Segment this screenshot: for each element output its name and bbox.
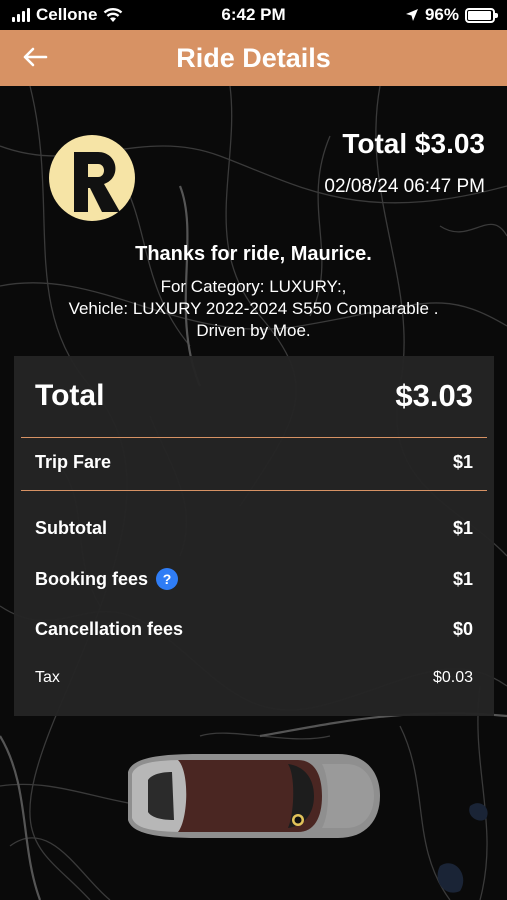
cancellation-fees-row: Cancellation fees $0 (35, 619, 473, 640)
booking-fees-row: Booking fees ? $1 (35, 568, 473, 590)
subtotal-row: Subtotal $1 (35, 518, 473, 539)
help-icon[interactable]: ? (156, 568, 179, 590)
battery-fill (468, 10, 492, 20)
subtotal-label: Subtotal (35, 518, 107, 538)
subtotal-value: $1 (452, 518, 473, 538)
carrier-name: Cellone (36, 5, 98, 24)
location-arrow-icon (405, 9, 418, 21)
cancellation-fees-label: Cancellation fees (35, 619, 184, 639)
thanks-message: Thanks for ride, Maurice. (135, 243, 372, 265)
driver-line: Driven by Moe. (196, 321, 311, 340)
status-left: Cellone (12, 5, 192, 25)
booking-fees-value: $1 (452, 568, 473, 589)
trip-fare-value: $1 (452, 452, 473, 472)
divider (21, 437, 487, 438)
arrow-left-icon[interactable] (20, 42, 50, 72)
cellular-signal-icon (12, 8, 30, 22)
trip-fare-label: Trip Fare (35, 452, 112, 472)
tax-value: $0.03 (432, 669, 473, 686)
cancellation-fees-value: $0 (452, 619, 473, 639)
header-bar: Ride Details (0, 30, 507, 86)
status-time: 6:42 PM (221, 5, 286, 24)
trip-fare-row: Trip Fare $1 (35, 452, 473, 473)
ride-description: For Category: LUXURY:, Vehicle: LUXURY 2… (0, 276, 507, 342)
brand-logo (49, 135, 135, 221)
fare-total-row: Total $3.03 (35, 378, 473, 414)
ride-total: Total $3.03 (342, 128, 485, 159)
ride-datetime: 02/08/24 06:47 PM (324, 176, 485, 197)
status-right: 96% (315, 5, 498, 25)
status-bar: Cellone 6:42 PM 96% (0, 0, 507, 30)
car-icon (128, 754, 380, 838)
battery-percent: 96% (424, 5, 459, 24)
fare-breakdown-card: Total $3.03 Trip Fare $1 Subtotal $1 Boo… (14, 356, 494, 716)
booking-fees-label: Booking fees (35, 568, 149, 589)
fare-total-label: Total (35, 379, 105, 412)
fare-total-value: $3.03 (395, 378, 473, 413)
divider (21, 490, 487, 491)
battery-icon (465, 7, 498, 23)
tax-row: Tax $0.03 (35, 669, 473, 687)
vehicle-line: Vehicle: LUXURY 2022-2024 S550 Comparabl… (68, 299, 439, 318)
wifi-icon (104, 8, 123, 22)
page-title: Ride Details (176, 42, 331, 73)
category-line: For Category: LUXURY:, (160, 277, 347, 296)
tax-label: Tax (35, 669, 60, 686)
booking-fees-label-group: Booking fees ? (35, 568, 179, 590)
